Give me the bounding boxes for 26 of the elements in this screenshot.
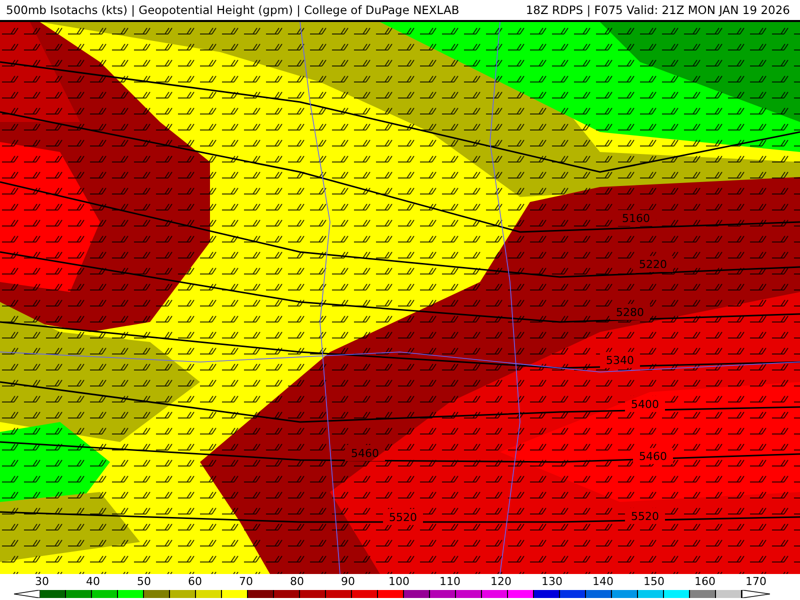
colorbar-tick-label: 40 (86, 575, 100, 588)
colorbar-tick-label: 80 (290, 575, 304, 588)
contour-label: 5520 (389, 511, 417, 524)
contour-label: 5520 (631, 510, 659, 523)
colorbar-tick-label: 30 (35, 575, 49, 588)
colorbar-tick-label: 120 (490, 575, 512, 588)
colorbar-tick-label: 130 (542, 575, 562, 588)
colorbar-tick-label: 70 (239, 575, 253, 588)
colorbar-tick-label: 170 (746, 575, 766, 588)
colorbar-tick-label: 60 (188, 575, 202, 588)
contour-label: 5220 (639, 258, 667, 271)
contour-label: 5340 (606, 354, 634, 367)
colorbar-tick-label: 90 (341, 575, 355, 588)
colorbar-tick-label: 140 (592, 575, 614, 588)
contour-label: 5160 (622, 212, 650, 225)
colorbar-tick-label: 50 (137, 575, 151, 588)
chart-title: 500mb Isotachs (kts) | Geopotential Height (gpm) | College of DuPage NEXLAB (6, 3, 460, 17)
model-run-label: 18Z RDPS | F075 Valid: 21Z MON JAN 19 2026 (526, 3, 790, 17)
contour-label: 5400 (631, 398, 659, 411)
contour-label: 5460 (351, 447, 379, 460)
contour-label: 5460 (639, 450, 667, 463)
colorbar-tick-label: 160 (694, 575, 716, 588)
colorbar-tick-label: 150 (644, 575, 664, 588)
colorbar-tick-label: 110 (440, 575, 460, 588)
colorbar-tick-label: 100 (388, 575, 410, 588)
contour-label: 5280 (616, 306, 644, 319)
